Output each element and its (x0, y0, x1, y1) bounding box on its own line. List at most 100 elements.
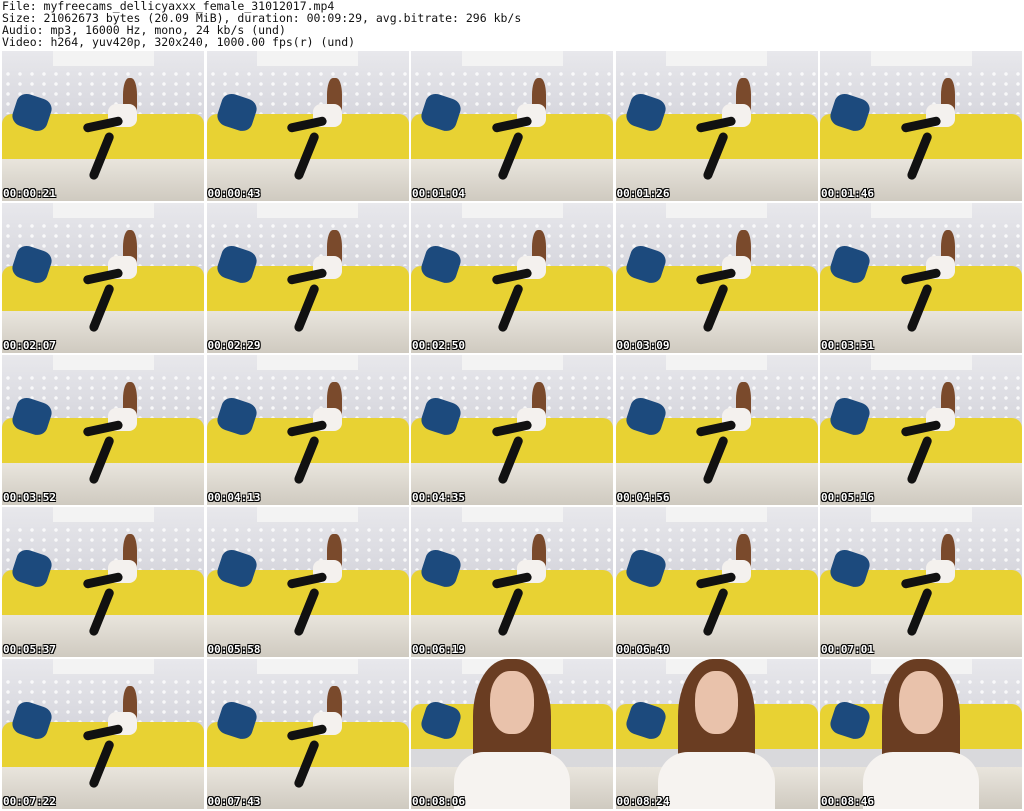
leg-shape (695, 267, 737, 286)
face-shape (899, 671, 943, 734)
video-thumbnail: 00:07:22 (2, 659, 204, 809)
leg-shape (695, 115, 737, 134)
thumbnail-timestamp: 00:03:52 (3, 491, 56, 504)
thumbnail-timestamp: 00:01:26 (616, 187, 670, 200)
person-figure (900, 534, 974, 639)
person-figure (695, 382, 769, 487)
shelf (52, 507, 154, 522)
video-thumbnail: 00:05:16 (820, 355, 1022, 505)
person-figure (695, 230, 769, 335)
shelf (870, 355, 972, 370)
leg-shape (491, 267, 533, 286)
leg-shape (88, 738, 116, 789)
person-figure (900, 78, 974, 183)
leg-shape (900, 419, 942, 438)
person-figure (286, 686, 360, 791)
leg-shape (292, 586, 320, 637)
leg-shape (82, 267, 124, 286)
leg-shape (88, 586, 116, 637)
shelf (52, 355, 154, 370)
person-figure (82, 230, 156, 335)
person-figure (82, 382, 156, 487)
shelf (666, 203, 767, 218)
video-thumbnail: 00:01:26 (615, 51, 818, 201)
video-thumbnail: 00:08:06 (411, 659, 613, 809)
person-figure (286, 78, 360, 183)
video-info-line: Video: h264, yuv420p, 320x240, 1000.00 f… (2, 35, 356, 49)
thumbnail-timestamp: 00:08:06 (412, 795, 465, 808)
leg-shape (82, 419, 124, 438)
shelf (870, 507, 972, 522)
video-thumbnail: 00:00:21 (2, 51, 204, 201)
leg-shape (497, 586, 525, 637)
file-info-header: File: myfreecams_dellicyaxxx_female_3101… (2, 0, 1022, 50)
person-figure (695, 78, 769, 183)
shelf (52, 51, 154, 66)
leg-shape (695, 571, 737, 590)
leg-shape (497, 130, 525, 181)
person-figure (82, 686, 156, 791)
thumbnail-timestamp: 00:02:29 (207, 339, 261, 352)
leg-shape (900, 571, 942, 590)
leg-shape (292, 130, 320, 181)
video-thumbnail: 00:02:50 (411, 203, 613, 353)
leg-shape (292, 738, 320, 789)
thumbnail-timestamp: 00:07:22 (3, 795, 56, 808)
leg-shape (286, 115, 328, 134)
leg-shape (286, 267, 328, 286)
shelf (870, 203, 972, 218)
leg-shape (491, 571, 533, 590)
thumbnail-timestamp: 00:00:43 (207, 187, 261, 200)
thumbnail-timestamp: 00:01:46 (821, 187, 874, 200)
video-thumbnail: 00:05:58 (206, 507, 409, 657)
person-figure (286, 382, 360, 487)
leg-shape (286, 723, 328, 742)
video-thumbnail: 00:02:29 (206, 203, 409, 353)
leg-shape (701, 434, 729, 485)
leg-shape (900, 115, 942, 134)
shelf (52, 203, 154, 218)
face-shape (694, 671, 739, 734)
leg-shape (88, 282, 116, 333)
leg-shape (497, 434, 525, 485)
shelf (257, 355, 358, 370)
leg-shape (701, 130, 729, 181)
leg-shape (701, 282, 729, 333)
shelf (461, 203, 563, 218)
person-figure (491, 534, 565, 639)
video-thumbnail: 00:07:43 (206, 659, 409, 809)
video-thumbnail: 00:03:31 (820, 203, 1022, 353)
white-top-shape (658, 752, 775, 809)
thumbnail-timestamp: 00:06:19 (412, 643, 465, 656)
leg-shape (906, 282, 934, 333)
thumbnail-timestamp: 00:05:16 (821, 491, 874, 504)
leg-shape (491, 115, 533, 134)
video-thumbnail: 00:07:01 (820, 507, 1022, 657)
leg-shape (695, 419, 737, 438)
leg-shape (497, 282, 525, 333)
thumbnail-timestamp: 00:08:46 (821, 795, 874, 808)
shelf (870, 51, 972, 66)
leg-shape (292, 434, 320, 485)
shelf (257, 507, 358, 522)
face-shape (490, 671, 534, 734)
thumbnail-timestamp: 00:04:35 (412, 491, 465, 504)
leg-shape (286, 419, 328, 438)
thumbnail-timestamp: 00:04:56 (616, 491, 670, 504)
thumbnail-timestamp: 00:06:40 (616, 643, 670, 656)
shelf (257, 51, 358, 66)
person-figure (82, 534, 156, 639)
video-thumbnail: 00:06:40 (615, 507, 818, 657)
leg-shape (906, 586, 934, 637)
thumbnail-timestamp: 00:05:37 (3, 643, 56, 656)
shelf (52, 659, 154, 674)
leg-shape (906, 130, 934, 181)
video-thumbnail: 00:06:19 (411, 507, 613, 657)
thumbnail-timestamp: 00:02:07 (3, 339, 56, 352)
leg-shape (906, 434, 934, 485)
video-thumbnail: 00:01:04 (411, 51, 613, 201)
shelf (666, 51, 767, 66)
thumbnail-grid: 00:00:21 00:00:43 00:01:04 00:01:26 00:01:46… (2, 51, 1022, 811)
person-figure (695, 534, 769, 639)
thumbnail-timestamp: 00:03:09 (616, 339, 670, 352)
